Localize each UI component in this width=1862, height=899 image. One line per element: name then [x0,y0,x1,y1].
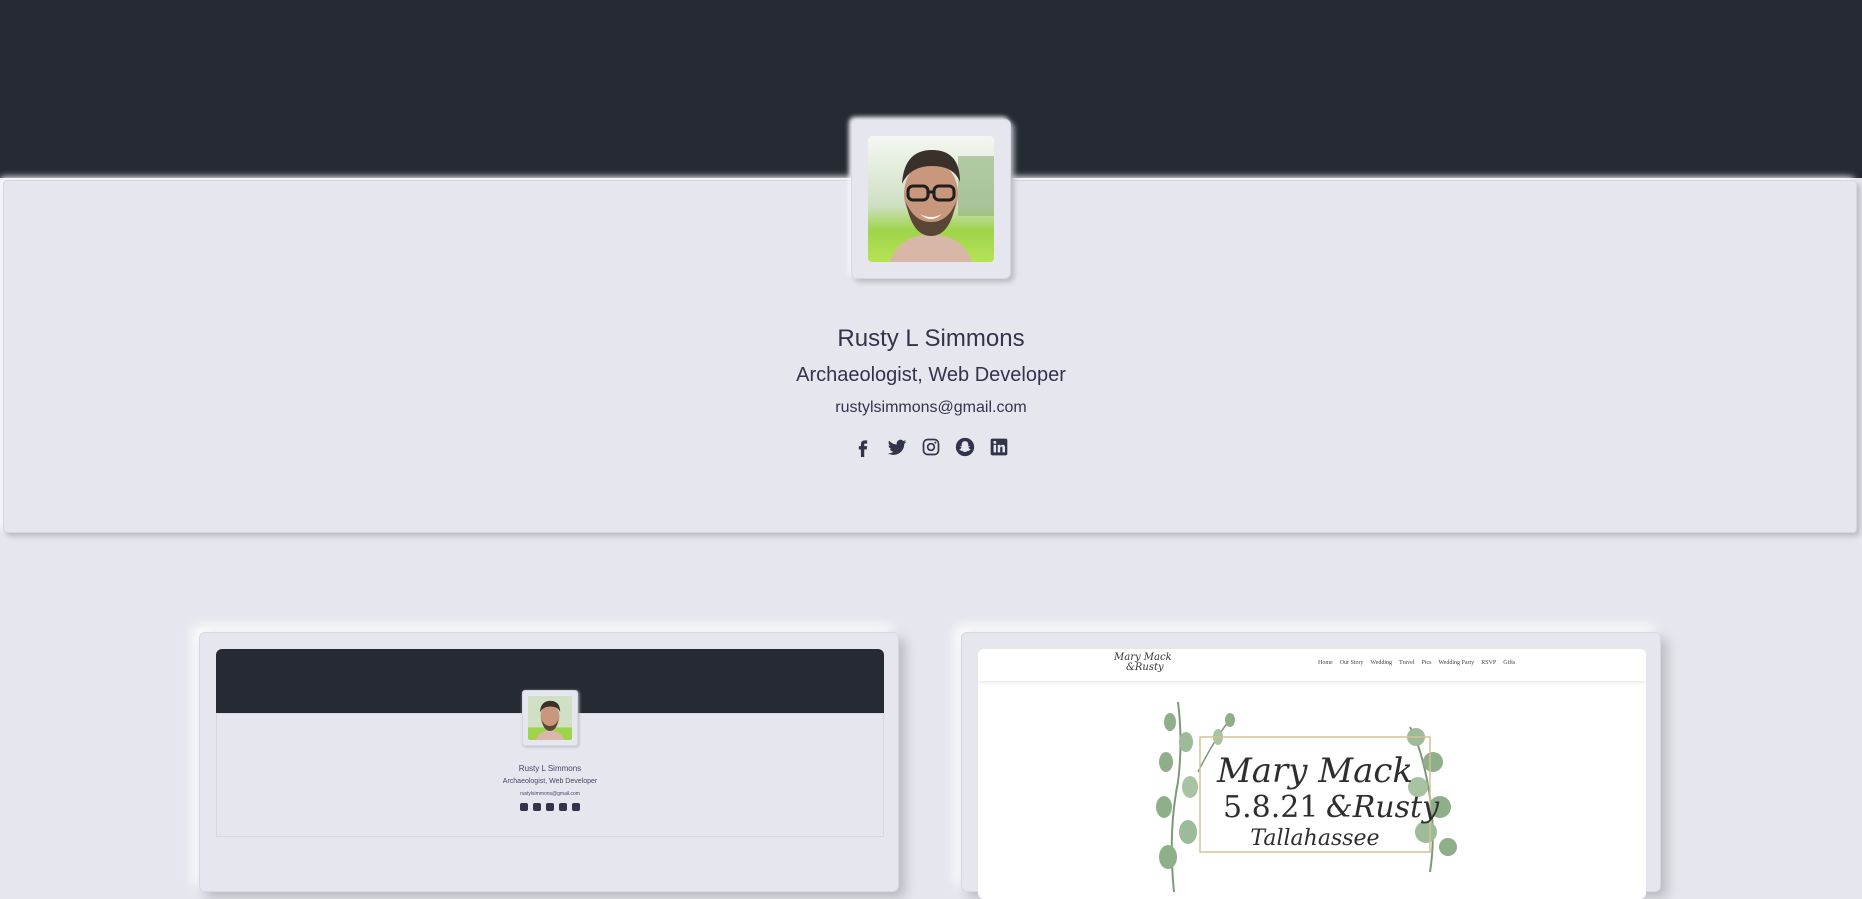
project-card-wedding[interactable]: Mary Mack &Rusty Home Our Story Wedding … [961,632,1661,899]
instagram-icon [546,803,554,811]
preview-hero-place: Tallahassee [1250,826,1379,851]
project-screenshot-portfolio: Rusty L Simmons Archaeologist, Web Devel… [216,649,884,899]
preview-nav-item: Home [1318,660,1333,666]
preview-hero-names-1: Mary Mack [1216,751,1413,791]
profile-name: Rusty L Simmons [837,325,1025,352]
preview-nav-links: Home Our Story Wedding Travel Pics Weddi… [1318,660,1515,666]
social-links [0,436,1862,458]
twitter-icon[interactable] [886,436,908,458]
preview-title: Archaeologist, Web Developer [502,778,598,785]
project-screenshot-wedding: Mary Mack &Rusty Home Our Story Wedding … [978,649,1646,899]
instagram-icon[interactable] [920,436,942,458]
profile-email-link[interactable]: rustylsimmons@gmail.com [0,399,1862,417]
preview-nav-item: Wedding [1370,660,1393,666]
preview-avatar [522,690,578,746]
preview-hero: Mary Mack 5.8.21 &Rusty Tallahassee [978,682,1646,899]
facebook-icon[interactable] [852,436,874,458]
profile-photo [868,136,994,262]
preview-logo: Mary Mack &Rusty [1114,652,1172,673]
preview-nav-item: Wedding Party [1438,660,1475,666]
preview-social-icons [216,803,884,811]
twitter-icon [533,803,541,811]
linkedin-icon [572,803,580,811]
snapchat-icon[interactable] [954,436,976,458]
preview-nav-item: Gifts [1503,660,1516,666]
project-card-portfolio[interactable]: Rusty L Simmons Archaeologist, Web Devel… [199,632,899,892]
preview-name: Rusty L Simmons [518,764,582,773]
preview-hero-date: 5.8.21 [1223,790,1318,825]
preview-nav-item: Travel [1399,660,1415,666]
preview-email: rustylsimmons@gmail.com [520,791,580,797]
preview-nav-item: Pics [1421,660,1432,666]
avatar [851,119,1011,279]
linkedin-icon[interactable] [988,436,1010,458]
preview-navbar: Mary Mack &Rusty Home Our Story Wedding … [978,649,1646,682]
preview-nav-item: Our Story [1339,660,1364,666]
preview-nav-item: RSVP [1481,660,1497,666]
snapchat-icon [559,803,567,811]
preview-hero-names-2: &Rusty [1326,790,1440,825]
facebook-icon [520,803,528,811]
profile-title: Archaeologist, Web Developer [796,364,1066,386]
